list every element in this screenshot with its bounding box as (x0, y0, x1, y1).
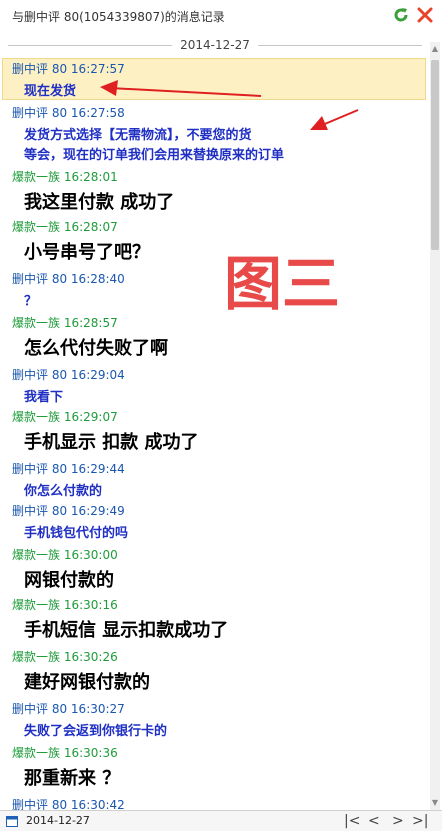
scroll-up-icon[interactable]: ▲ (430, 44, 440, 54)
message-text: 我看下 (24, 390, 64, 405)
message-text: 失败了会返到你银行卡的 (24, 724, 168, 739)
message-text: 你怎么付款的 (24, 484, 103, 499)
bottom-date[interactable]: 2014-12-27 (26, 814, 90, 827)
message-text: 手机短信 显示扣款成功了 (24, 620, 229, 641)
message-text: 发货方式选择【无需物流】，不要您的货 (24, 128, 252, 143)
message-header: 删中评 80 16:30:42 (12, 798, 125, 810)
close-icon[interactable] (416, 6, 434, 24)
annotation-arrow-2 (310, 109, 359, 130)
message-text: 建好网银付款的 (24, 672, 150, 693)
scroll-down-icon[interactable]: ▼ (430, 798, 440, 808)
message-header: 爆款一族 16:30:16 (12, 598, 118, 612)
vertical-scrollbar[interactable]: ▲ ▼ (430, 42, 440, 810)
message-text: 手机钱包代付的吗 (24, 526, 129, 541)
last-page-icon[interactable]: >| (412, 813, 428, 829)
message-text: 怎么代付失败了啊 (24, 338, 168, 359)
message-text: 网银付款的 (24, 570, 114, 591)
message-text: 现在发货 (24, 84, 77, 99)
message-header: 爆款一族 16:28:07 (12, 220, 118, 234)
calendar-icon[interactable] (6, 815, 18, 827)
message-text: 那重新来 ？ (24, 768, 121, 789)
message-header: 删中评 80 16:29:44 (12, 462, 125, 476)
message-header: 删中评 80 16:29:49 (12, 504, 125, 518)
first-page-icon[interactable]: |< (344, 813, 360, 829)
bottom-bar: 2014-12-27 |< < > >| (0, 810, 442, 831)
date-separator: 2014-12-27 (0, 34, 430, 56)
message-header: 删中评 80 16:30:27 (12, 702, 125, 716)
title-bar: 与删中评 80(1054339807)的消息记录 (0, 0, 442, 32)
message-header: 删中评 80 16:28:40 (12, 272, 125, 286)
message-header: 删中评 80 16:27:58 (12, 106, 125, 120)
message-list[interactable]: 删中评 80 16:27:57 现在发货 删中评 80 16:27:58 发货方… (0, 58, 430, 810)
window-title: 与删中评 80(1054339807)的消息记录 (12, 10, 225, 24)
watermark-text: 图三 (224, 250, 340, 314)
next-page-icon[interactable]: > (392, 813, 404, 829)
message-header: 爆款一族 16:30:36 (12, 746, 118, 760)
message-header: 删中评 80 16:29:04 (12, 368, 125, 382)
message-text: 我这里付款 成功了 (24, 192, 175, 213)
message-header: 爆款一族 16:28:57 (12, 316, 118, 330)
message-header: 爆款一族 16:30:00 (12, 548, 118, 562)
message-text: ？ (24, 294, 38, 309)
refresh-icon[interactable] (392, 6, 410, 24)
message-header: 爆款一族 16:29:07 (12, 410, 118, 424)
message-header: 爆款一族 16:28:01 (12, 170, 118, 184)
scrollbar-thumb[interactable] (431, 60, 439, 250)
annotation-arrow-1 (100, 80, 262, 97)
message-text-line2: 等会，现在的订单我们会用来替换原来的订单 (24, 148, 285, 163)
date-separator-label: 2014-12-27 (172, 38, 258, 52)
svg-text:图三: 图三 (224, 250, 340, 314)
message-text: 小号串号了吧？ (24, 242, 150, 263)
message-text: 手机显示 扣款 成功了 (24, 432, 199, 453)
prev-page-icon[interactable]: < (368, 813, 380, 829)
message-header: 爆款一族 16:30:26 (12, 650, 118, 664)
